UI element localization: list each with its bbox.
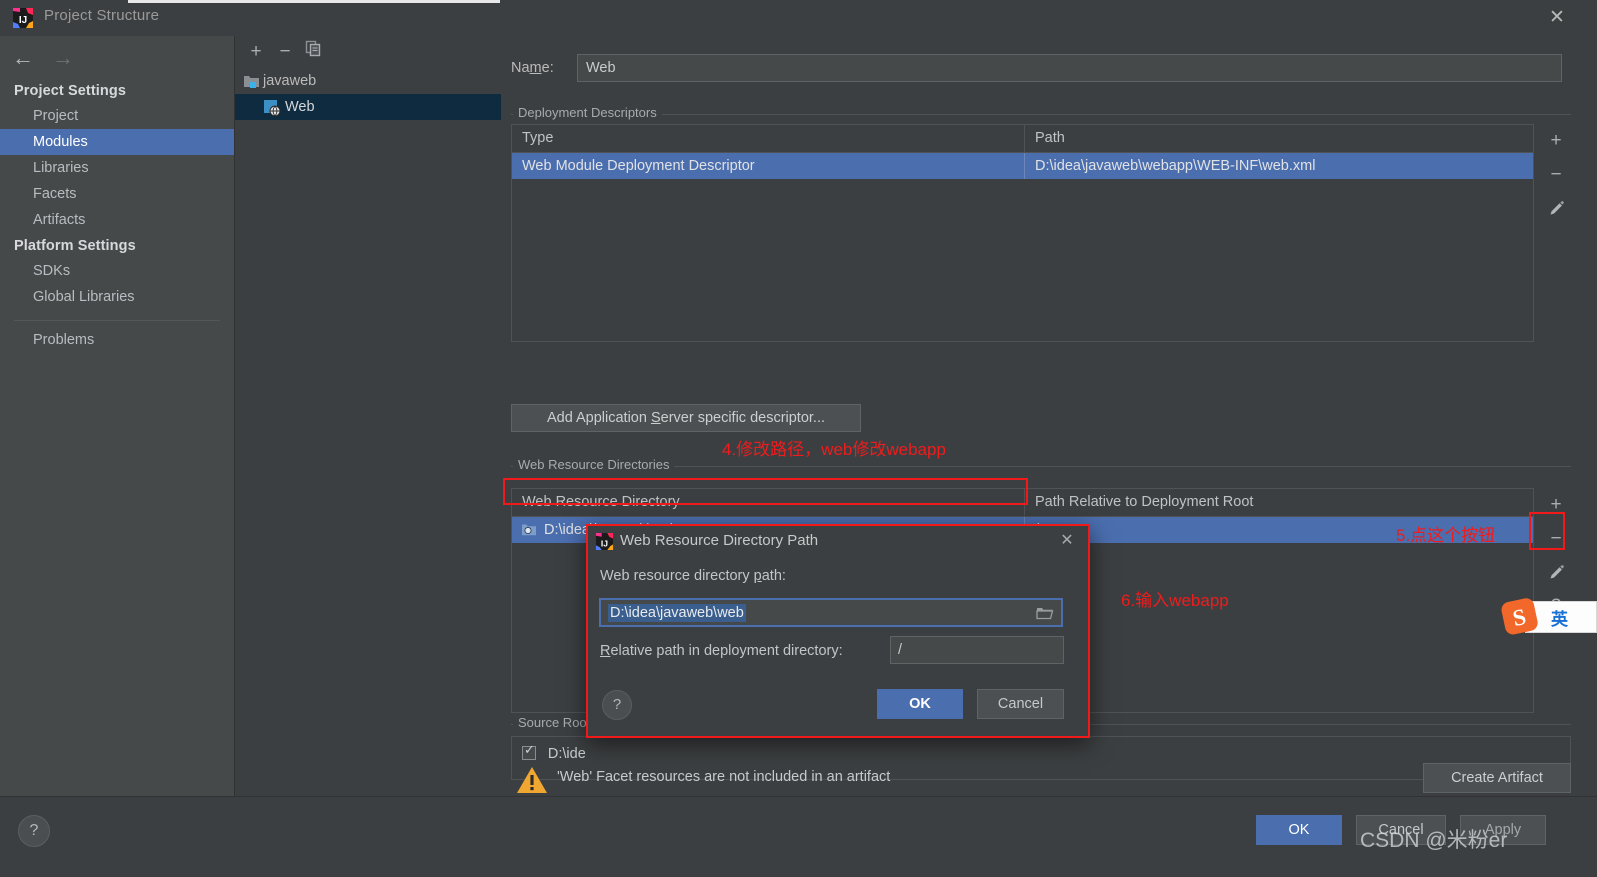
sidebar-item-libraries[interactable]: Libraries	[0, 155, 234, 181]
name-label: Name:	[511, 60, 554, 76]
column-header-type: Type	[522, 130, 554, 146]
relative-path-label: Relative path in deployment directory:	[600, 643, 843, 659]
column-header-web-resource-directory: Web Resource Directory	[522, 494, 680, 510]
svg-text:IJ: IJ	[601, 538, 608, 548]
edit-web-resource-pencil-icon[interactable]	[1541, 556, 1571, 590]
cell-path: D:\idea\javaweb\webapp\WEB-INF\web.xml	[1024, 153, 1533, 179]
dialog-ok-button[interactable]: OK	[877, 689, 963, 719]
add-module-icon[interactable]: +	[244, 40, 268, 64]
sidebar-item-project[interactable]: Project	[0, 103, 234, 129]
sidebar-item-facets[interactable]: Facets	[0, 181, 234, 207]
csdn-watermark: CSDN @米粉er	[1360, 829, 1508, 852]
table-header: Type Path	[512, 125, 1533, 153]
intellij-idea-icon: IJ	[13, 8, 33, 28]
ime-mode-label[interactable]: 英	[1551, 605, 1568, 630]
module-name-row: Name: Web	[511, 54, 1571, 84]
sidebar-divider	[14, 320, 220, 321]
title-accent-bar	[128, 0, 500, 3]
annotation-text-6: 6.输入webapp	[1121, 591, 1229, 610]
dialog-close-icon[interactable]: ✕	[1056, 530, 1078, 552]
module-toolbar: + −	[235, 36, 501, 68]
relative-path-input[interactable]: /	[890, 636, 1064, 664]
dialog-title: Web Resource Directory Path	[620, 532, 819, 549]
sidebar-group-project-settings: Project Settings	[14, 83, 126, 99]
module-tree-panel: + − javaweb Web	[235, 36, 502, 796]
sidebar-item-modules[interactable]: Modules	[0, 129, 234, 155]
sogou-logo-icon: S	[1501, 598, 1538, 635]
dialog-help-icon[interactable]: ?	[602, 690, 632, 720]
web-facet-icon	[264, 100, 281, 116]
path-input[interactable]: D:\idea\javaweb\web	[599, 598, 1063, 627]
add-app-server-descriptor-button[interactable]: Add Application Server specific descript…	[511, 404, 861, 432]
dialog-footer: ? OK Cancel Apply	[0, 796, 1597, 877]
back-arrow-icon[interactable]: ←	[12, 44, 34, 72]
source-root-title: Source Root	[513, 715, 596, 730]
close-icon[interactable]: ✕	[1545, 6, 1569, 30]
remove-descriptor-icon[interactable]: −	[1541, 158, 1571, 192]
module-folder-icon	[244, 76, 259, 88]
annotation-text-5: 5.点这个按钮	[1396, 526, 1496, 545]
tree-item-label: javaweb	[263, 73, 317, 89]
sidebar-item-global-libraries[interactable]: Global Libraries	[0, 284, 234, 310]
path-field-label: Web resource directory path:	[600, 568, 786, 584]
path-input-value: D:\idea\javaweb\web	[608, 604, 746, 622]
intellij-idea-icon: IJ	[595, 532, 614, 551]
window-title: Project Structure	[44, 7, 160, 24]
deployment-descriptors-side-toolbar: + −	[1541, 124, 1571, 226]
web-resource-directories-title: Web Resource Directories	[513, 457, 675, 472]
warning-triangle-icon	[517, 767, 547, 793]
name-input[interactable]: Web	[577, 54, 1562, 82]
settings-sidebar: ← → Project Settings Project Modules Lib…	[0, 36, 235, 796]
module-tree: javaweb Web	[235, 68, 501, 120]
copy-module-icon[interactable]	[303, 40, 323, 64]
sidebar-item-sdks[interactable]: SDKs	[0, 258, 234, 284]
remove-web-resource-icon[interactable]: −	[1541, 522, 1571, 556]
tree-item-web[interactable]: Web	[235, 94, 501, 120]
table-header: Web Resource Directory Path Relative to …	[512, 489, 1533, 517]
sidebar-item-artifacts[interactable]: Artifacts	[0, 207, 234, 233]
column-header-path: Path	[1024, 125, 1533, 152]
add-web-resource-icon[interactable]: +	[1541, 488, 1571, 522]
remove-module-icon[interactable]: −	[273, 40, 297, 64]
source-root-label: D:\ide	[547, 746, 586, 762]
forward-arrow-icon[interactable]: →	[52, 44, 74, 72]
folder-browse-icon[interactable]	[1036, 605, 1054, 621]
table-row[interactable]: Web Module Deployment Descriptor D:\idea…	[512, 153, 1533, 179]
column-header-path-relative: Path Relative to Deployment Root	[1024, 489, 1533, 516]
sidebar-group-platform-settings: Platform Settings	[14, 238, 136, 254]
facet-warning-text: 'Web' Facet resources are not included i…	[557, 769, 891, 785]
edit-descriptor-pencil-icon[interactable]	[1541, 192, 1571, 226]
source-root-checkbox[interactable]	[522, 742, 536, 760]
sidebar-item-problems[interactable]: Problems	[0, 327, 234, 353]
help-icon[interactable]: ?	[18, 815, 50, 847]
sogou-ime-indicator[interactable]: S 英	[1499, 598, 1597, 636]
web-resource-directory-path-dialog: IJ Web Resource Directory Path ✕ Web res…	[586, 524, 1090, 738]
create-artifact-button[interactable]: Create Artifact	[1423, 763, 1571, 793]
tree-item-label: Web	[285, 99, 315, 115]
annotation-text-4: 4.修改路径，web修改webapp	[722, 440, 946, 459]
cell-type: Web Module Deployment Descriptor	[522, 158, 755, 174]
add-descriptor-icon[interactable]: +	[1541, 124, 1571, 158]
navigation-arrows: ← →	[10, 44, 100, 74]
tree-item-javaweb[interactable]: javaweb	[235, 68, 501, 94]
deployment-descriptors-table: Type Path Web Module Deployment Descript…	[511, 124, 1534, 342]
web-folder-icon	[522, 524, 536, 536]
window-title-bar: IJ Project Structure ✕	[0, 0, 1597, 37]
dialog-cancel-button[interactable]: Cancel	[977, 689, 1064, 719]
ok-button[interactable]: OK	[1256, 815, 1342, 845]
svg-text:IJ: IJ	[19, 15, 27, 26]
deployment-descriptors-title: Deployment Descriptors	[513, 105, 662, 120]
